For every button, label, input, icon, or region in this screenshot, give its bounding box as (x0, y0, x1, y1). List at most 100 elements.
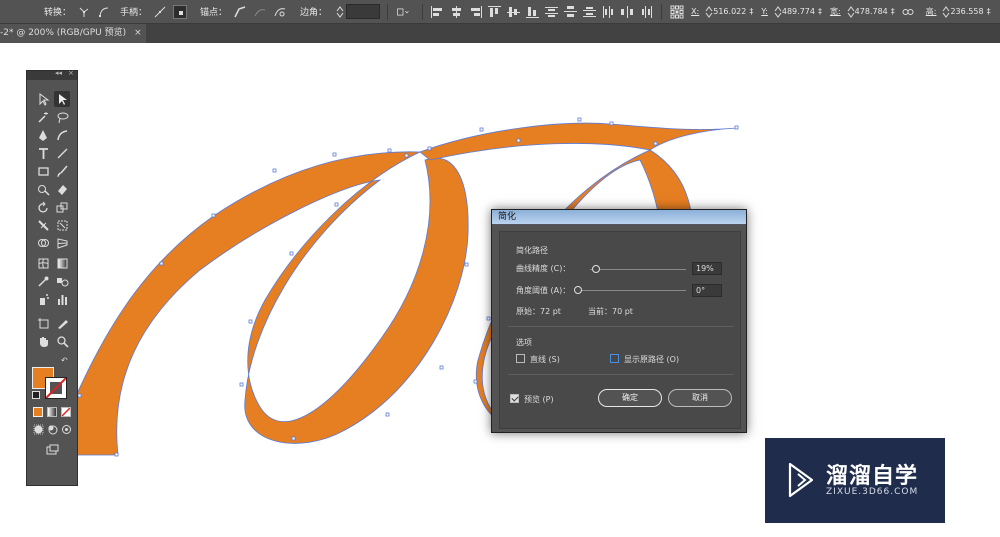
original-points: 原始：72 pt (516, 307, 561, 316)
x-label: X: (691, 7, 700, 16)
convert-to-corner-icon[interactable] (77, 5, 91, 19)
tools-panel-header[interactable]: ◂◂ × (27, 69, 77, 80)
close-tab-icon[interactable]: × (134, 24, 142, 43)
corners-label: 边角： (300, 8, 328, 18)
gradient-mode-icon[interactable] (47, 407, 57, 417)
slice-tool-icon[interactable] (54, 315, 70, 331)
link-proportions-icon[interactable] (901, 5, 915, 19)
straight-lines-checkbox[interactable] (516, 354, 525, 363)
connect-anchor-icon[interactable] (253, 5, 267, 19)
ok-button[interactable]: 确定 (598, 389, 662, 407)
x-stepper-icon[interactable] (702, 5, 713, 19)
blend-tool-icon[interactable] (54, 273, 70, 289)
pen-tool-icon[interactable] (35, 127, 51, 143)
distribute-left-icon[interactable] (602, 5, 615, 18)
handles-label: 手柄： (120, 8, 148, 18)
magic-wand-tool-icon[interactable] (35, 109, 51, 125)
distribute-bottom-icon[interactable] (583, 6, 597, 18)
rectangle-tool-icon[interactable] (35, 163, 51, 179)
align-left-icon[interactable] (431, 5, 444, 18)
remove-anchor-icon[interactable] (233, 5, 247, 19)
hide-handles-icon[interactable] (173, 4, 188, 19)
distribute-center-v-icon[interactable] (564, 5, 578, 18)
preview-label: 预览 (P) (524, 395, 554, 404)
selection-tool-icon[interactable] (35, 91, 51, 107)
curve-precision-slider-knob[interactable] (592, 265, 601, 273)
align-right-icon[interactable] (469, 5, 483, 18)
none-mode-icon[interactable] (61, 407, 71, 417)
x-value[interactable]: 516.022 (713, 7, 746, 16)
swap-colors-icon[interactable]: ↶ (61, 356, 71, 366)
collapse-panel-icon[interactable]: ◂◂ (55, 69, 62, 77)
distribute-center-h-icon[interactable] (621, 5, 634, 18)
distribute-top-icon[interactable] (545, 6, 559, 18)
hand-tool-icon[interactable] (35, 333, 51, 349)
align-center-v-icon[interactable] (507, 6, 521, 18)
eyedropper-tool-icon[interactable] (35, 273, 51, 289)
y-value[interactable]: 489.774 (782, 7, 815, 16)
eraser-tool-icon[interactable] (54, 181, 70, 197)
type-tool-icon[interactable] (35, 145, 51, 161)
color-mode-icon[interactable] (33, 407, 43, 417)
distribute-right-icon[interactable] (640, 5, 653, 18)
anchors-label: 锚点： (200, 8, 228, 18)
reference-point-icon[interactable] (670, 5, 684, 19)
align-center-h-icon[interactable] (450, 5, 463, 18)
convert-to-smooth-icon[interactable] (97, 5, 111, 19)
shaper-tool-icon[interactable] (35, 181, 51, 197)
document-tab[interactable]: -2* @ 200% (RGB/GPU 预览) × (0, 24, 146, 43)
lasso-tool-icon[interactable] (54, 109, 70, 125)
angle-threshold-slider-knob[interactable] (574, 286, 582, 294)
draw-inside-icon[interactable] (58, 421, 74, 437)
scale-tool-icon[interactable] (54, 199, 70, 215)
angle-threshold-slider-track[interactable] (578, 290, 686, 291)
cut-path-icon[interactable] (273, 5, 287, 19)
screen-mode-icon[interactable] (44, 441, 60, 457)
y-unit: ‡ (817, 7, 822, 16)
y-stepper-icon[interactable] (771, 5, 782, 19)
section-simplify-path: 简化路径 (516, 246, 548, 255)
ribbon-top-band (419, 122, 738, 161)
gradient-tool-icon[interactable] (54, 255, 70, 271)
dialog-title[interactable]: 简化 (492, 210, 746, 225)
corner-radius-field[interactable] (346, 4, 381, 19)
transform-icon[interactable] (396, 5, 414, 19)
w-unit: ‡ (890, 7, 895, 16)
shape-builder-tool-icon[interactable] (35, 235, 51, 251)
free-transform-tool-icon[interactable] (54, 217, 70, 233)
mesh-tool-icon[interactable] (35, 255, 51, 271)
straight-lines-label: 直线 (S) (530, 355, 560, 364)
line-tool-icon[interactable] (54, 145, 70, 161)
watermark-logo: 溜溜自学 ZIXUE.3D66.COM (765, 438, 945, 523)
curve-precision-slider-track[interactable] (590, 269, 686, 270)
show-original-checkbox[interactable] (610, 354, 619, 363)
w-value[interactable]: 478.784 (855, 7, 888, 16)
cancel-button[interactable]: 取消 (668, 389, 732, 407)
curvature-tool-icon[interactable] (54, 127, 70, 143)
close-panel-icon[interactable]: × (68, 69, 74, 77)
preview-checkbox[interactable] (510, 394, 519, 403)
angle-threshold-field[interactable]: 0° (692, 284, 722, 297)
play-logo-icon (788, 462, 814, 498)
default-colors-icon[interactable] (32, 391, 40, 399)
zoom-tool-icon[interactable] (54, 333, 70, 349)
perspective-grid-tool-icon[interactable] (54, 235, 70, 251)
show-original-label: 显示原路径 (O) (624, 355, 680, 364)
show-handles-icon[interactable] (153, 5, 167, 19)
artboard-tool-icon[interactable] (35, 315, 51, 331)
align-top-icon[interactable] (488, 5, 502, 18)
direct-selection-tool-icon[interactable] (54, 91, 70, 107)
width-tool-icon[interactable] (35, 217, 51, 233)
h-unit: ‡ (986, 7, 991, 16)
column-graph-tool-icon[interactable] (54, 291, 70, 307)
h-value[interactable]: 236.558 (950, 7, 983, 16)
w-stepper-icon[interactable] (844, 5, 855, 19)
symbol-sprayer-tool-icon[interactable] (35, 291, 51, 307)
stroke-swatch[interactable] (45, 377, 67, 399)
h-stepper-icon[interactable] (939, 5, 950, 19)
corner-stepper-icon[interactable] (333, 5, 344, 19)
align-bottom-icon[interactable] (526, 6, 540, 18)
curve-precision-field[interactable]: 19% (692, 262, 722, 275)
paintbrush-tool-icon[interactable] (54, 163, 70, 179)
rotate-tool-icon[interactable] (35, 199, 51, 215)
